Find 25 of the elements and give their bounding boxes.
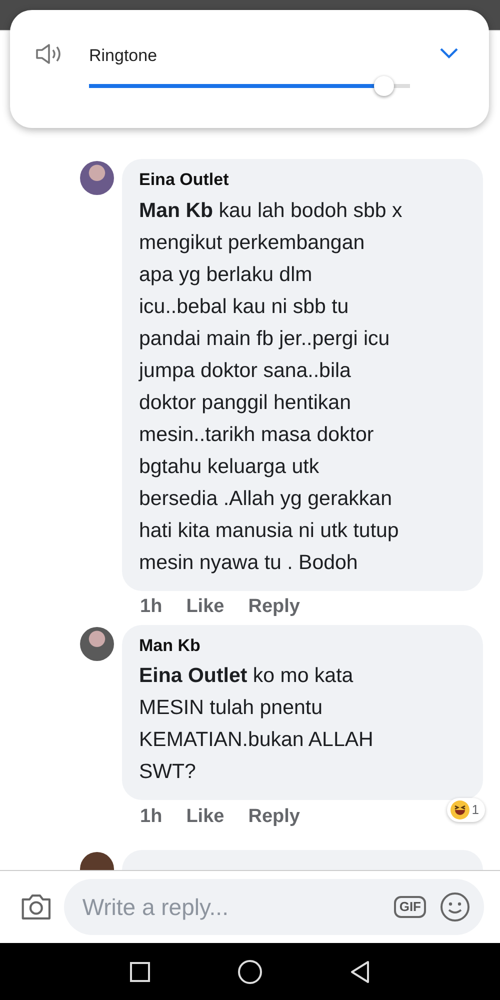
emoji-icon[interactable] (440, 892, 470, 922)
gif-button[interactable]: GIF (394, 896, 426, 918)
slider-thumb[interactable] (374, 76, 394, 96)
reply-link[interactable]: Reply (248, 802, 300, 832)
avatar[interactable] (80, 161, 114, 195)
volume-label: Ringtone (89, 45, 158, 67)
comment-author[interactable]: Eina Outlet (139, 167, 469, 192)
home-icon[interactable] (238, 960, 262, 984)
comment-text: Eina Outlet ko mo kata MESIN tulah pnentu KEMATIAN.bukan ALLAH SWT? (139, 663, 374, 785)
laughing-emoji-icon (450, 800, 470, 820)
reaction-badge[interactable]: 1 (446, 798, 485, 822)
reply-link[interactable]: Reply (248, 593, 300, 622)
avatar[interactable] (80, 626, 114, 660)
back-icon[interactable] (350, 960, 370, 982)
reaction-count: 1 (472, 801, 479, 820)
chevron-down-icon[interactable] (440, 48, 458, 59)
camera-icon[interactable] (20, 892, 52, 922)
like-link[interactable]: Like (186, 802, 224, 832)
comment-author[interactable]: Man Kb (139, 632, 469, 658)
comment-time: 1h (140, 595, 162, 620)
like-link[interactable]: Like (186, 593, 224, 622)
recent-apps-icon[interactable] (130, 962, 150, 982)
comment-time: 1h (140, 804, 162, 829)
comment-text: Man Kb kau lah bodoh sbb x mengikut perkembangan apa yg berlaku dlm icu..bebal kau ni sbb tu pandai main fb jer..pergi icu jumpa doktor sana..bila doktor panggil hentikan mesin..tarikh masa doktor bgtahu keluarga utk bersedia .Allah yg gerakkan hati kita manusia ni utk tutup mesin nyawa tu . Bodoh (139, 198, 404, 576)
reply-field[interactable]: Write a reply... GIF (64, 879, 484, 935)
